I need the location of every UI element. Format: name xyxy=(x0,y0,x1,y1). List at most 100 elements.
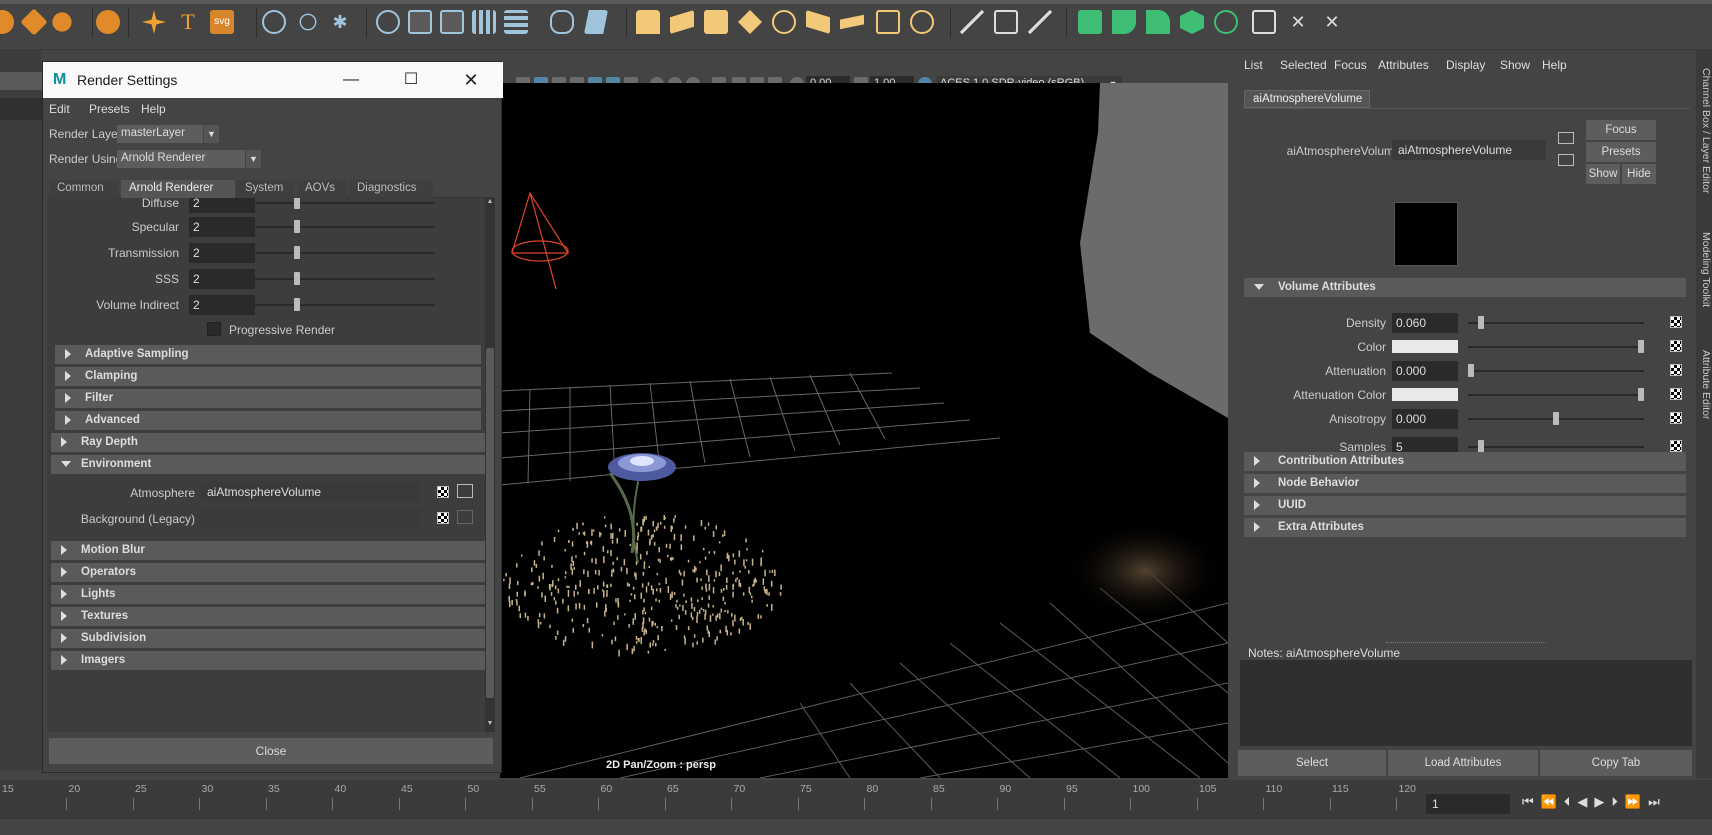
slider-track[interactable] xyxy=(255,226,435,228)
shelf-uv-layout-icon[interactable] xyxy=(1146,10,1170,34)
attr-value-field[interactable]: 0.000 xyxy=(1392,409,1458,429)
shelf-uv-rotate-icon[interactable] xyxy=(1214,10,1238,34)
go-to-end-icon[interactable]: ⏭ xyxy=(1648,794,1667,809)
slider-thumb[interactable] xyxy=(294,246,300,259)
atmosphere-field[interactable]: aiAtmosphereVolume xyxy=(201,482,421,502)
scroll-down-icon[interactable]: ▼ xyxy=(486,720,494,730)
shelf-star-icon[interactable] xyxy=(142,10,166,34)
ae-menu-help[interactable]: Help xyxy=(1542,58,1567,72)
slider-track[interactable] xyxy=(255,278,435,280)
ae-menu-selected[interactable]: Selected xyxy=(1280,58,1327,72)
input-connection-icon[interactable] xyxy=(1558,132,1574,144)
output-connection-icon[interactable] xyxy=(1558,154,1574,166)
range-slider[interactable] xyxy=(0,818,1712,835)
shelf-deform-icon[interactable] xyxy=(584,10,608,34)
tab-aovs[interactable]: AOVs xyxy=(297,180,347,198)
shelf-diamond-icon[interactable] xyxy=(20,8,48,36)
time-slider[interactable]: 15 20 25 30 35 40 45 50 55 60 65 70 75 80 85 90 95 100 105… xyxy=(0,780,1712,818)
render-using-dropdown[interactable]: Arnold Renderer ▼ xyxy=(117,150,261,168)
ray-value-field[interactable]: 2 xyxy=(189,198,255,213)
render-settings-scrollbar[interactable]: ▲ ▼ xyxy=(485,198,495,732)
step-forward-key-icon[interactable]: ⏩ xyxy=(1625,794,1648,809)
slider-thumb[interactable] xyxy=(294,272,300,285)
slider-thumb[interactable] xyxy=(1553,412,1559,425)
frame-operators[interactable]: Operators xyxy=(51,563,485,582)
side-tab-attribute-editor[interactable]: Attribute Editor xyxy=(1696,350,1712,419)
render-layer-dropdown[interactable]: masterLayer ▼ xyxy=(117,125,219,143)
step-forward-icon[interactable]: ⏵ xyxy=(1611,794,1625,809)
copy-tab-button[interactable]: Copy Tab xyxy=(1540,750,1692,776)
show-button[interactable]: Show xyxy=(1586,164,1620,184)
progressive-render-checkbox[interactable] xyxy=(207,322,221,336)
tab-common[interactable]: Common xyxy=(49,180,119,198)
scrollbar-thumb[interactable] xyxy=(486,348,494,698)
shelf-sphere-icon[interactable] xyxy=(52,12,72,32)
focus-button[interactable]: Focus xyxy=(1586,120,1656,140)
play-forward-icon[interactable]: ▶ xyxy=(1594,794,1611,809)
color-swatch[interactable] xyxy=(1392,388,1458,401)
frame-node-behavior[interactable]: Node Behavior xyxy=(1244,474,1686,493)
scroll-up-icon[interactable]: ▲ xyxy=(486,198,494,208)
shelf-text-icon[interactable]: T xyxy=(176,10,200,34)
frame-imagers[interactable]: Imagers xyxy=(51,651,485,670)
shelf-grid-icon[interactable] xyxy=(472,10,496,34)
shelf-checker-icon[interactable] xyxy=(1252,10,1276,34)
frame-extra-attributes[interactable]: Extra Attributes xyxy=(1244,518,1686,537)
frame-volume-attributes[interactable]: Volume Attributes xyxy=(1244,278,1686,297)
shelf-uv-cube-icon[interactable] xyxy=(1180,10,1204,34)
shelf-torus-icon[interactable] xyxy=(376,10,400,34)
attr-value-field[interactable]: 0.000 xyxy=(1392,361,1458,381)
frame-subdivision[interactable]: Subdivision xyxy=(51,629,485,648)
maximize-icon[interactable]: ☐ xyxy=(399,68,423,92)
shelf-layers-icon[interactable] xyxy=(670,10,694,34)
render-settings-scroll-area[interactable]: Diffuse 2 Specular 2 Transmission 2 SSS … xyxy=(47,198,493,732)
attr-value-field[interactable]: 0.060 xyxy=(1392,313,1458,333)
select-button[interactable]: Select xyxy=(1238,750,1386,776)
frame-uuid[interactable]: UUID xyxy=(1244,496,1686,515)
slider-track[interactable] xyxy=(255,304,435,306)
shelf-snowflake-icon[interactable]: ✱ xyxy=(328,10,352,34)
shelf-cube-icon[interactable] xyxy=(408,10,432,34)
frame-adaptive-sampling[interactable]: Adaptive Sampling xyxy=(55,345,481,364)
shelf-target-icon[interactable] xyxy=(910,10,934,34)
shelf-pen-icon[interactable] xyxy=(960,10,984,34)
load-attributes-button[interactable]: Load Attributes xyxy=(1388,750,1538,776)
shelf-bounds-icon[interactable] xyxy=(994,10,1018,34)
shelf-wheel-icon[interactable] xyxy=(772,10,796,34)
shelf-split-icon[interactable] xyxy=(738,10,762,34)
tab-arnold-renderer[interactable]: Arnold Renderer xyxy=(121,180,235,198)
shelf-uv-unfold-icon[interactable] xyxy=(1112,10,1136,34)
ray-value-field[interactable]: 2 xyxy=(189,269,255,289)
background-legacy-field[interactable] xyxy=(201,508,421,528)
node-tab[interactable]: aiAtmosphereVolume xyxy=(1244,90,1370,108)
frame-clamping[interactable]: Clamping xyxy=(55,367,481,386)
slider-track[interactable] xyxy=(1468,394,1644,396)
step-back-key-icon[interactable]: ⏪ xyxy=(1541,794,1564,809)
slider-thumb[interactable] xyxy=(1478,316,1485,329)
shelf-bevel-icon[interactable] xyxy=(840,14,864,30)
shelf-tabs-strip[interactable] xyxy=(0,0,1712,4)
ae-menu-attributes[interactable]: Attributes xyxy=(1378,58,1429,72)
map-checker-icon[interactable] xyxy=(437,512,449,524)
ray-value-field[interactable]: 2 xyxy=(189,217,255,237)
map-checker-icon[interactable] xyxy=(1670,440,1682,452)
tab-diagnostics[interactable]: Diagnostics xyxy=(349,180,433,198)
slider-track[interactable] xyxy=(1468,346,1644,348)
menu-presets[interactable]: Presets xyxy=(89,102,130,116)
menu-edit[interactable]: Edit xyxy=(49,102,70,116)
color-swatch[interactable] xyxy=(1392,340,1458,353)
minimize-icon[interactable]: — xyxy=(339,68,363,92)
menu-help[interactable]: Help xyxy=(141,102,166,116)
slider-thumb[interactable] xyxy=(1638,388,1644,401)
ae-menu-list[interactable]: List xyxy=(1244,58,1263,72)
slider-thumb[interactable] xyxy=(294,220,300,233)
shelf-polygon-icon[interactable] xyxy=(96,10,120,34)
map-checker-icon[interactable] xyxy=(1670,340,1682,352)
ray-value-field[interactable]: 2 xyxy=(189,243,255,263)
connect-node-icon[interactable] xyxy=(457,484,473,498)
map-checker-icon[interactable] xyxy=(1670,388,1682,400)
notes-splitter[interactable] xyxy=(1386,642,1546,643)
shelf-uv-icon[interactable] xyxy=(1078,10,1102,34)
map-checker-icon[interactable] xyxy=(1670,316,1682,328)
shelf-extrude-icon[interactable] xyxy=(636,10,660,34)
